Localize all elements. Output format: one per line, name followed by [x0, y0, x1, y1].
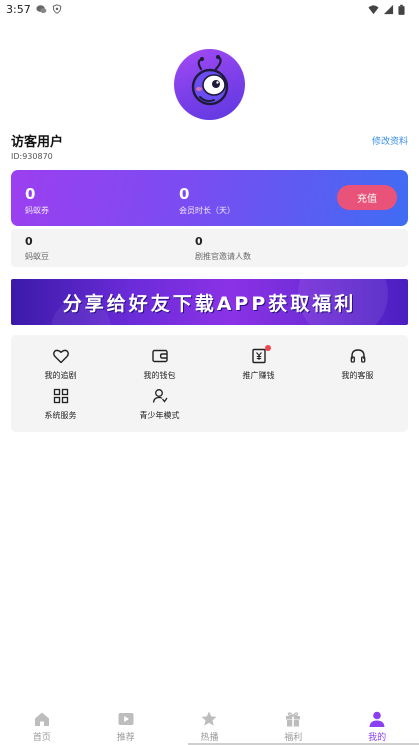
recharge-button[interactable]: 充值 — [337, 185, 397, 210]
menu-label: 我的客服 — [341, 371, 374, 380]
nav-item-mine[interactable]: 我的 — [335, 706, 419, 745]
play-icon — [117, 710, 135, 728]
nav-label: 我的 — [368, 733, 387, 743]
chat-bubble-icon — [36, 4, 47, 15]
stats-row: 0 蚂蚁豆 0 剧推官邀请人数 — [11, 229, 408, 267]
menu-item-customer-service[interactable]: 我的客服 — [308, 347, 407, 387]
person-icon — [368, 710, 386, 728]
nav-label: 推荐 — [116, 733, 135, 743]
yuan-icon — [250, 345, 271, 365]
nav-item-recommend[interactable]: 推荐 — [84, 706, 168, 745]
invite-count: 0 — [195, 235, 203, 248]
star-icon — [200, 710, 218, 728]
grid-icon — [52, 387, 70, 405]
status-left: 3:57 — [6, 3, 63, 16]
menu-item-wallet[interactable]: 我的钱包 — [110, 347, 209, 387]
menu-item-system-service[interactable]: 系统服务 — [11, 387, 110, 427]
home-icon — [33, 710, 51, 728]
user-shield-icon — [151, 387, 169, 405]
menu-label: 推广赚钱 — [242, 371, 275, 380]
beans-label: 蚂蚁豆 — [25, 252, 49, 261]
wallet-icon — [151, 347, 169, 365]
nav-item-home[interactable]: 首页 — [0, 706, 84, 745]
menu-label: 青少年模式 — [139, 411, 180, 420]
menu-item-my-dramas[interactable]: 我的追剧 — [11, 347, 110, 387]
nav-item-welfare[interactable]: 福利 — [251, 706, 335, 745]
menu-label: 系统服务 — [44, 411, 77, 420]
coupon-label: 蚂蚁券 — [25, 206, 49, 215]
beans-count: 0 — [25, 235, 33, 248]
shield-icon — [52, 3, 63, 15]
vip-duration-count: 0 — [179, 185, 190, 203]
status-right — [368, 4, 409, 15]
edit-profile-link[interactable]: 修改资料 — [372, 134, 408, 147]
headphones-icon — [349, 347, 367, 365]
banner-text: 分享给好友下载APP获取福利 — [62, 292, 357, 315]
vip-card: 0 蚂蚁券 0 会员时长（天） 充值 — [11, 170, 408, 226]
nav-label: 热播 — [200, 733, 219, 743]
menu-label: 我的钱包 — [143, 371, 176, 380]
menu-item-teen-mode[interactable]: 青少年模式 — [110, 387, 209, 427]
share-banner[interactable]: 分享给好友下载APP获取福利 — [11, 279, 408, 325]
gift-icon — [284, 710, 302, 728]
menu-panel: 我的追剧 我的钱包 推广赚钱 我的客服 系统服务 青少年模式 — [11, 335, 408, 432]
vip-duration-label: 会员时长（天） — [179, 206, 235, 215]
coupon-count: 0 — [25, 185, 36, 203]
menu-label: 我的追剧 — [44, 371, 77, 380]
signal-icon — [383, 4, 394, 15]
wifi-icon — [368, 4, 379, 15]
profile-id: ID:930870 — [11, 152, 53, 161]
profile-name: 访客用户 — [11, 135, 64, 150]
battery-icon — [398, 4, 409, 15]
nav-label: 福利 — [284, 733, 303, 743]
nav-item-hot[interactable]: 热播 — [168, 706, 252, 745]
avatar[interactable] — [174, 49, 245, 120]
invite-label: 剧推官邀请人数 — [195, 252, 251, 261]
menu-item-promote[interactable]: 推广赚钱 — [209, 345, 308, 387]
status-bar: 3:57 — [0, 0, 419, 18]
bottom-nav: 首页 推荐 热播 福利 我的 — [0, 706, 419, 745]
status-time: 3:57 — [6, 2, 31, 16]
notification-dot — [264, 345, 271, 351]
nav-label: 首页 — [32, 733, 51, 743]
heart-icon — [52, 347, 70, 365]
